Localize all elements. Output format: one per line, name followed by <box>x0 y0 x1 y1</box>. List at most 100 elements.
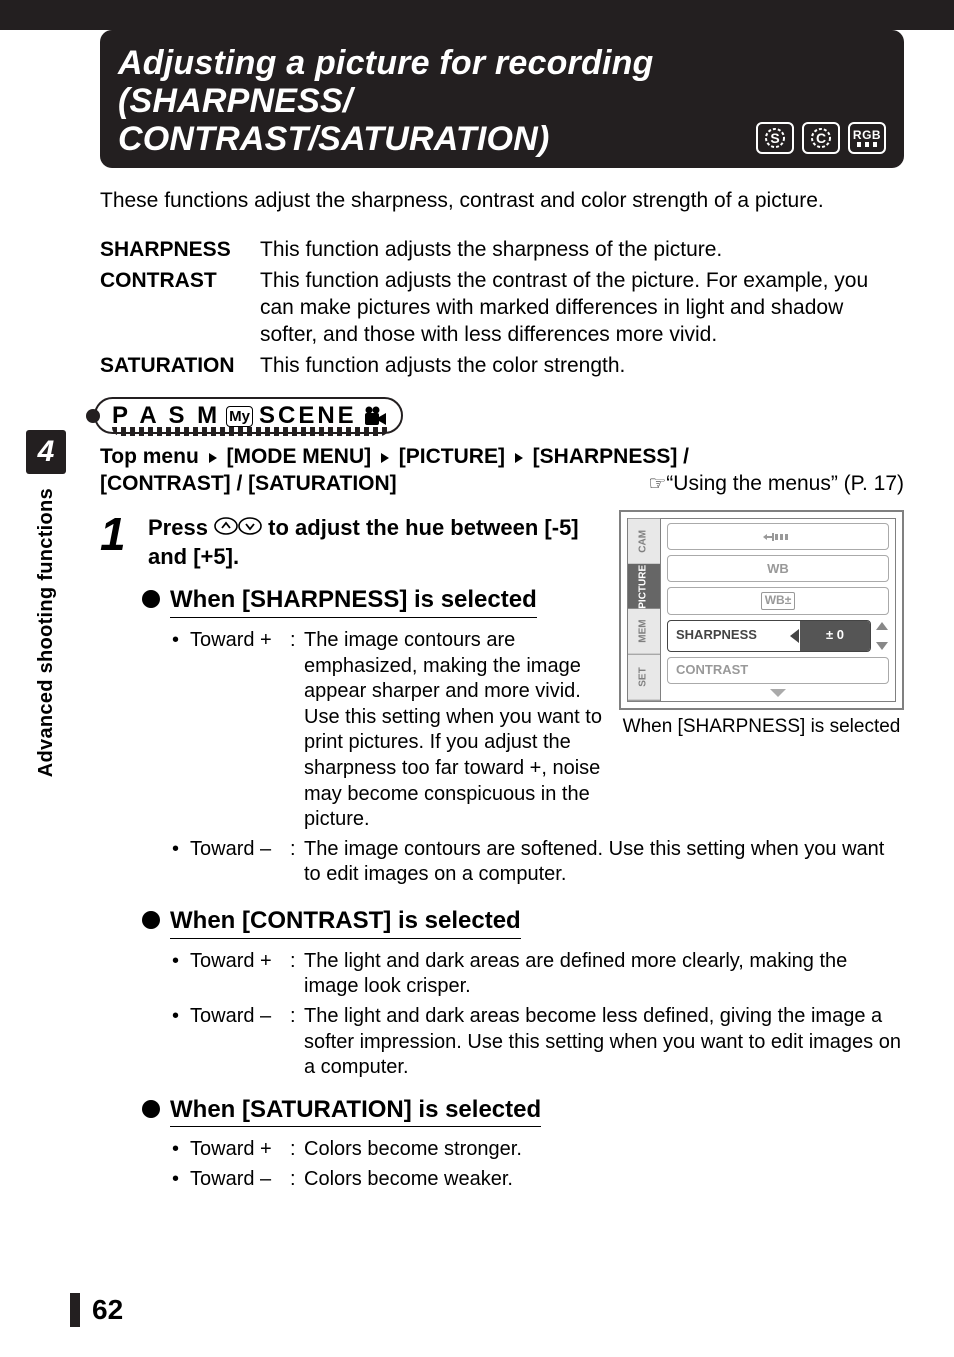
triangle-right-icon <box>515 453 523 463</box>
colon: : <box>290 1167 304 1193</box>
section-saturation-header: When [SATURATION] is selected <box>142 1095 904 1128</box>
title-line-2: CONTRAST/SATURATION) <box>118 120 549 158</box>
section-contrast-header: When [CONTRAST] is selected <box>142 906 904 939</box>
step-1-block: CAM PICTURE MEM SET WB WB± SHARPN <box>100 514 904 1193</box>
detail-text: The light and dark areas are defined mor… <box>304 949 904 1000</box>
bullet: • <box>172 1167 190 1193</box>
svg-text:S: S <box>770 130 779 146</box>
menu-tabs: CAM PICTURE MEM SET <box>627 518 661 702</box>
content-area: These functions adjust the sharpness, co… <box>0 168 954 1192</box>
bullet: • <box>172 949 190 1000</box>
menu-value: ± 0 <box>826 627 844 644</box>
arrow-pad-up-down-icon <box>214 515 262 543</box>
intro-text: These functions adjust the sharpness, co… <box>100 188 904 215</box>
rgb-mode-icon: RGB <box>848 122 886 154</box>
colon: : <box>290 1137 304 1163</box>
bullet: • <box>172 628 190 833</box>
section-title: When [SATURATION] is selected <box>170 1095 541 1128</box>
detail-text: The image contours are softened. Use thi… <box>304 837 904 888</box>
chevron-down-icon <box>770 689 786 697</box>
c-mode-icon: C <box>802 122 840 154</box>
detail-row: • Toward – : Colors become weaker. <box>172 1167 904 1193</box>
section-title: When [SHARPNESS] is selected <box>170 585 537 618</box>
menu-path-text: [MODE MENU] <box>226 445 371 468</box>
lcd-screen: CAM PICTURE MEM SET WB WB± SHARPN <box>619 510 904 710</box>
def-term: SHARPNESS <box>100 237 260 264</box>
menu-item-wb-comp: WB± <box>667 587 889 614</box>
side-chapter-tab: 4 Advanced shooting functions <box>26 430 66 777</box>
def-term: SATURATION <box>100 353 260 380</box>
bullet-icon <box>142 590 160 608</box>
detail-text: Colors become stronger. <box>304 1137 904 1163</box>
reference-text: “Using the menus” (P. 17) <box>666 472 904 495</box>
def-contrast: CONTRAST This function adjusts the contr… <box>100 268 904 349</box>
detail-label: Toward + <box>190 1137 290 1163</box>
detail-label: Toward + <box>190 949 290 1000</box>
contrast-details: • Toward + : The light and dark areas ar… <box>172 949 904 1081</box>
menu-item-wb: WB <box>667 555 889 582</box>
detail-text: The image contours are emphasized, makin… <box>304 628 609 833</box>
colon: : <box>290 1004 304 1081</box>
tab-set: SET <box>628 655 660 701</box>
menu-item-slider <box>667 523 889 550</box>
detail-label: Toward – <box>190 1004 290 1081</box>
section-title: When [CONTRAST] is selected <box>170 906 521 939</box>
triangle-right-icon <box>209 453 217 463</box>
mode-dial-dot-icon <box>86 409 100 423</box>
step-row: 1 Press to adjust the hue between [-5] a… <box>100 514 609 571</box>
footer-bar-icon <box>70 1293 80 1327</box>
tab-picture: PICTURE <box>628 564 660 610</box>
detail-text: The light and dark areas become less def… <box>304 1004 904 1081</box>
menu-path-text: [SHARPNESS] / <box>533 445 689 468</box>
my-mode-icon: My <box>226 406 253 427</box>
detail-row: • Toward + : The light and dark areas ar… <box>172 949 904 1000</box>
chapter-title: Advanced shooting functions <box>35 488 58 777</box>
menu-path-text: [CONTRAST] / [SATURATION] <box>100 471 397 498</box>
menu-path-text: Top menu <box>100 445 205 468</box>
up-down-arrows-icon <box>875 622 889 650</box>
def-desc: This function adjusts the sharpness of t… <box>260 237 904 264</box>
page-footer: 62 <box>70 1293 123 1327</box>
detail-row: • Toward – : The image contours are soft… <box>172 837 904 888</box>
detail-row: • Toward – : The light and dark areas be… <box>172 1004 904 1081</box>
header-icon-group: S C RGB <box>756 122 886 158</box>
bullet-icon <box>142 911 160 929</box>
s-mode-icon: S <box>756 122 794 154</box>
hand-pointer-icon: ☞ <box>648 472 666 498</box>
screen-caption: When [SHARPNESS] is selected <box>619 716 904 739</box>
left-arrow-icon <box>790 629 799 643</box>
top-black-bar <box>0 0 954 30</box>
colon: : <box>290 949 304 1000</box>
title-line-1: Adjusting a picture for recording (SHARP… <box>118 44 654 120</box>
triangle-right-icon <box>381 453 389 463</box>
menu-item-row-selected: SHARPNESS ± 0 <box>667 620 889 652</box>
colon: : <box>290 837 304 888</box>
def-saturation: SATURATION This function adjusts the col… <box>100 353 904 380</box>
step-text-a: Press <box>148 515 214 540</box>
menu-value-box: ± 0 <box>800 621 870 651</box>
chapter-number: 4 <box>26 430 66 474</box>
menu-path-line2: [CONTRAST] / [SATURATION] ☞“Using the me… <box>100 471 904 498</box>
detail-text: Colors become weaker. <box>304 1167 904 1193</box>
menu-path-text: [PICTURE] <box>399 445 505 468</box>
detail-label: Toward – <box>190 837 290 888</box>
tab-mem: MEM <box>628 609 660 655</box>
wb-comp-icon: WB± <box>761 592 796 609</box>
mode-dial-pill: P A S M My SCENE <box>94 397 403 434</box>
menu-path-line1: Top menu [MODE MENU] [PICTURE] [SHARPNES… <box>100 444 904 471</box>
svg-text:C: C <box>816 130 826 146</box>
menu-reference: ☞“Using the menus” (P. 17) <box>648 471 904 498</box>
page-title: Adjusting a picture for recording (SHARP… <box>118 44 756 158</box>
colon: : <box>290 628 304 833</box>
step-number: 1 <box>100 514 130 555</box>
bullet: • <box>172 1004 190 1081</box>
step-instruction: Press to adjust the hue between [-5] and… <box>148 514 609 571</box>
detail-row: • Toward + : Colors become stronger. <box>172 1137 904 1163</box>
mode-pill-underline <box>112 427 389 436</box>
detail-row: • Toward + : The image contours are emph… <box>172 628 609 833</box>
bullet: • <box>172 837 190 888</box>
saturation-details: • Toward + : Colors become stronger. • T… <box>172 1137 904 1192</box>
menu-list: WB WB± SHARPNESS ± 0 CONTRAST <box>661 518 896 702</box>
def-desc: This function adjusts the color strength… <box>260 353 904 380</box>
menu-item-label: SHARPNESS <box>676 627 757 644</box>
